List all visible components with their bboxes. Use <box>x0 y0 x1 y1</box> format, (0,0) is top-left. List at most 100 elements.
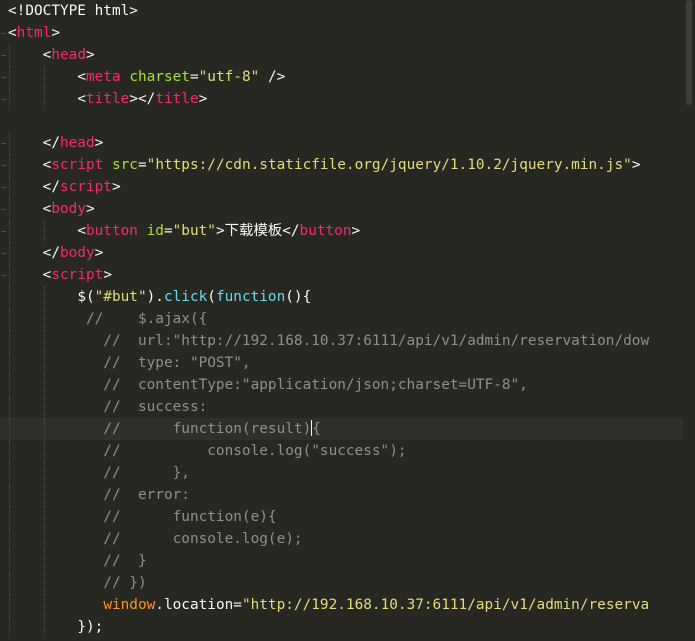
code-token: html <box>16 25 52 41</box>
code-token: button <box>299 223 352 239</box>
code-line[interactable]: <button id="but">下载模板</button> <box>0 220 695 242</box>
code-text: <!DOCTYPE html> <box>8 0 138 22</box>
code-line[interactable]: </head> <box>0 132 695 154</box>
code-text: </body> <box>8 242 104 264</box>
code-token: >下载模板</ <box>215 223 300 239</box>
code-token: location <box>163 597 234 613</box>
code-token: = <box>233 597 242 613</box>
code-line[interactable]: // type: "POST", <box>0 352 695 374</box>
code-token: </ <box>42 179 60 195</box>
code-text: // console.log("success"); <box>8 440 407 462</box>
code-token: button <box>85 223 138 239</box>
code-text: // type: "POST", <box>8 352 250 374</box>
code-line[interactable]: // } <box>0 550 695 572</box>
code-text: // } <box>8 550 147 572</box>
code-token: // console.log("success"); <box>77 443 407 459</box>
code-text: <script src="https://cdn.staticfile.org/… <box>8 154 641 176</box>
code-token: title <box>85 91 130 107</box>
code-line[interactable] <box>0 110 695 132</box>
code-line[interactable]: // success: <box>0 396 695 418</box>
code-token: > <box>631 157 641 173</box>
code-token: // console.log(e); <box>77 531 303 547</box>
code-token: click <box>163 289 208 305</box>
code-token: "#but" <box>94 289 147 305</box>
code-line[interactable]: <script src="https://cdn.staticfile.org/… <box>0 154 695 176</box>
code-line[interactable]: }); <box>0 616 695 638</box>
code-line[interactable]: <html> <box>0 22 695 44</box>
code-line[interactable]: // function(e){ <box>0 506 695 528</box>
code-token: </ <box>42 245 60 261</box>
code-token: < <box>77 69 86 85</box>
code-line[interactable]: <script> <box>0 264 695 286</box>
code-line[interactable]: // console.log("success"); <box>0 440 695 462</box>
code-token: > <box>111 179 121 195</box>
code-token: > <box>198 91 208 107</box>
code-line[interactable]: </script> <box>0 176 695 198</box>
code-token: // $.ajax({ <box>77 311 208 327</box>
code-line[interactable]: <!DOCTYPE html> <box>0 0 695 22</box>
code-token: // url:"http://192.168.10.37:6111/api/v1… <box>77 333 650 349</box>
code-text: <button id="but">下载模板</button> <box>8 220 360 242</box>
code-token: // }) <box>77 575 147 591</box>
scrollbar-thumb[interactable] <box>686 0 692 105</box>
code-line[interactable]: // url:"http://192.168.10.37:6111/api/v1… <box>0 330 695 352</box>
code-token: = <box>163 223 173 239</box>
code-text: // $.ajax({ <box>8 308 207 330</box>
code-text: }); <box>8 616 103 638</box>
code-line[interactable]: window.location="http://192.168.10.37:61… <box>0 594 695 616</box>
code-token: = <box>189 69 199 85</box>
code-token: // function(e){ <box>77 509 277 525</box>
code-token: }); <box>77 619 104 635</box>
code-token: // } <box>77 553 147 569</box>
code-line[interactable]: // contentType:"application/json;charset… <box>0 374 695 396</box>
code-line[interactable]: <head> <box>0 44 695 66</box>
code-token: // contentType:"application/json;charset… <box>77 377 528 393</box>
code-text: window.location="http://192.168.10.37:61… <box>8 594 649 616</box>
code-token: head <box>51 47 86 63</box>
code-line[interactable]: $("#but").click(function(){ <box>0 286 695 308</box>
code-line[interactable]: // function(result){ <box>0 418 695 440</box>
code-token: "http://192.168.10.37:6111/api/v1/admin/… <box>241 597 650 613</box>
code-text: // success: <box>8 396 207 418</box>
code-token: /> <box>259 69 286 85</box>
code-token: { <box>312 421 321 437</box>
code-text: // }, <box>8 462 190 484</box>
code-token: > <box>94 245 104 261</box>
code-token: // success: <box>77 399 208 415</box>
code-editor[interactable]: <!DOCTYPE html> <html> <head> <meta chars… <box>0 0 695 641</box>
code-token: > <box>351 223 361 239</box>
code-token: > <box>94 135 104 151</box>
vertical-scrollbar[interactable] <box>683 0 695 641</box>
code-line[interactable]: // }, <box>0 462 695 484</box>
code-line[interactable]: <body> <box>0 198 695 220</box>
code-token: < <box>77 91 86 107</box>
code-line[interactable]: <title></title> <box>0 88 695 110</box>
code-line[interactable]: // }) <box>0 572 695 594</box>
code-text: // contentType:"application/json;charset… <box>8 374 528 396</box>
code-line[interactable]: </body> <box>0 242 695 264</box>
code-token: > <box>51 25 60 41</box>
code-line[interactable]: <meta charset="utf-8" /> <box>0 66 695 88</box>
code-text: // url:"http://192.168.10.37:6111/api/v1… <box>8 330 649 352</box>
code-line[interactable]: // console.log(e); <box>0 528 695 550</box>
code-text: <meta charset="utf-8" /> <box>8 66 285 88</box>
code-line[interactable]: // error: <box>0 484 695 506</box>
code-line[interactable]: // $.ajax({ <box>0 308 695 330</box>
